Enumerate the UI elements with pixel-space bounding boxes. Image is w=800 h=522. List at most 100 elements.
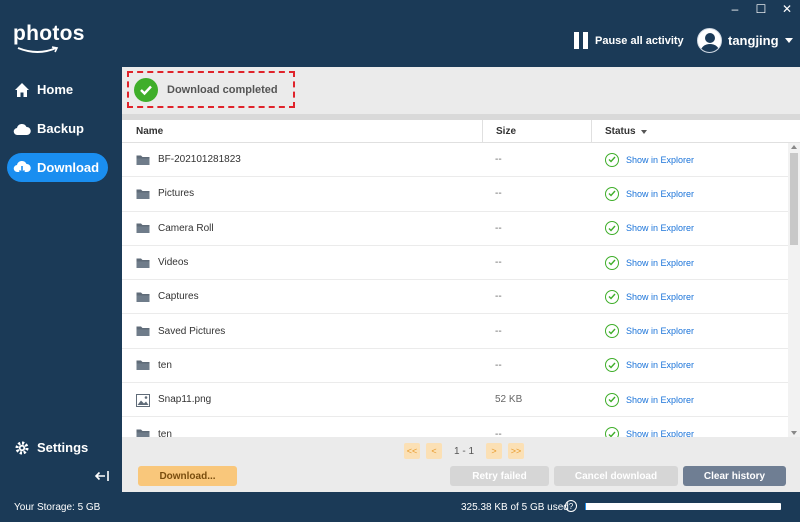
- success-check-icon: [605, 289, 619, 304]
- sidebar: Home Backup Download Settings: [0, 67, 122, 492]
- close-button[interactable]: ✕: [774, 0, 800, 18]
- file-name: ten: [158, 428, 172, 437]
- file-size: --: [495, 188, 502, 200]
- cancel-download-button[interactable]: Cancel download: [554, 466, 678, 486]
- show-in-explorer-link[interactable]: Show in Explorer: [626, 258, 694, 268]
- pause-all-label: Pause all activity: [595, 34, 684, 47]
- folder-icon: [136, 257, 150, 269]
- avatar: [697, 28, 722, 53]
- home-icon: [13, 81, 31, 99]
- sidebar-item-backup[interactable]: Backup: [7, 114, 108, 143]
- file-size: --: [495, 428, 502, 437]
- storage-usage-bar: [585, 503, 781, 510]
- download-button[interactable]: Download...: [138, 466, 237, 486]
- sort-down-icon: [640, 129, 647, 134]
- folder-icon: [136, 188, 150, 200]
- success-check-icon: [605, 186, 619, 201]
- column-header-name[interactable]: Name: [136, 120, 163, 143]
- show-in-explorer-link[interactable]: Show in Explorer: [626, 395, 694, 405]
- table-header: Name Size Status: [122, 120, 800, 143]
- sidebar-item-home[interactable]: Home: [7, 75, 108, 104]
- table-row[interactable]: Snap11.png 52 KB Show in Explorer: [122, 383, 788, 418]
- success-check-icon: [605, 152, 619, 167]
- file-name: BF-202101281823: [158, 154, 241, 166]
- next-page-button[interactable]: >: [486, 443, 503, 459]
- banner-text: Download completed: [167, 83, 278, 96]
- logo-smile-icon: [17, 46, 59, 53]
- table-row[interactable]: Videos -- Show in Explorer: [122, 246, 788, 281]
- file-name: Pictures: [158, 188, 195, 200]
- show-in-explorer-link[interactable]: Show in Explorer: [626, 326, 694, 336]
- retry-failed-button[interactable]: Retry failed: [450, 466, 549, 486]
- sidebar-item-label: Download: [37, 160, 100, 175]
- scroll-down-icon[interactable]: [791, 431, 797, 435]
- cloud-icon: [13, 120, 31, 138]
- download-list: BF-202101281823 -- Show in Explorer Picture…: [122, 143, 788, 437]
- cloud-download-icon: [13, 159, 31, 177]
- gear-icon: [13, 439, 31, 457]
- sidebar-item-download[interactable]: Download: [7, 153, 108, 182]
- success-check-icon: [605, 221, 619, 236]
- success-check-icon: [605, 392, 619, 407]
- success-check-icon: [605, 255, 619, 270]
- first-page-button[interactable]: <<: [404, 443, 420, 459]
- table-row[interactable]: Camera Roll -- Show in Explorer: [122, 212, 788, 246]
- table-row[interactable]: Captures -- Show in Explorer: [122, 280, 788, 315]
- file-name: ten: [158, 359, 172, 371]
- show-in-explorer-link[interactable]: Show in Explorer: [626, 223, 694, 233]
- user-menu[interactable]: tangjing: [697, 28, 793, 53]
- table-row[interactable]: ten -- Show in Explorer: [122, 417, 788, 437]
- folder-icon: [136, 359, 150, 371]
- show-in-explorer-link[interactable]: Show in Explorer: [626, 292, 694, 302]
- scroll-up-icon[interactable]: [791, 145, 797, 149]
- check-circle-icon: [134, 77, 158, 102]
- table-row[interactable]: Saved Pictures -- Show in Explorer: [122, 314, 788, 349]
- status-cell: Show in Explorer: [605, 324, 694, 339]
- sidebar-item-label: Home: [37, 82, 74, 97]
- status-cell: Show in Explorer: [605, 186, 694, 201]
- scroll-thumb[interactable]: [790, 153, 798, 245]
- column-header-status[interactable]: Status: [605, 120, 647, 143]
- status-cell: Show in Explorer: [605, 152, 694, 167]
- storage-label: Your Storage: 5 GB: [14, 502, 101, 513]
- status-bar: Your Storage: 5 GB 325.38 KB of 5 GB use…: [0, 492, 800, 522]
- title-bar: photos – ☐ ✕ Pause all activity tangjing: [0, 0, 800, 67]
- help-icon[interactable]: ?: [565, 500, 577, 512]
- collapse-sidebar-icon[interactable]: [94, 469, 112, 483]
- last-page-button[interactable]: >>: [508, 443, 525, 459]
- status-cell: Show in Explorer: [605, 289, 694, 304]
- prev-page-button[interactable]: <: [426, 443, 442, 459]
- file-name: Camera Roll: [158, 222, 214, 234]
- show-in-explorer-link[interactable]: Show in Explorer: [626, 189, 694, 199]
- table-row[interactable]: Pictures -- Show in Explorer: [122, 177, 788, 212]
- status-cell: Show in Explorer: [605, 392, 694, 407]
- scrollbar[interactable]: [788, 143, 800, 437]
- column-header-size[interactable]: Size: [496, 120, 516, 143]
- show-in-explorer-link[interactable]: Show in Explorer: [626, 429, 694, 437]
- table-row[interactable]: ten -- Show in Explorer: [122, 349, 788, 384]
- pause-all-button[interactable]: Pause all activity: [574, 32, 684, 49]
- file-size: --: [495, 325, 502, 337]
- file-size: --: [495, 291, 502, 303]
- success-check-icon: [605, 324, 619, 339]
- status-cell: Show in Explorer: [605, 358, 694, 373]
- status-cell: Show in Explorer: [605, 221, 694, 236]
- sidebar-item-settings[interactable]: Settings: [7, 433, 108, 462]
- column-divider: [482, 120, 483, 143]
- chevron-down-icon: [784, 38, 793, 43]
- show-in-explorer-link[interactable]: Show in Explorer: [626, 155, 694, 165]
- file-name: Videos: [158, 257, 189, 269]
- username: tangjing: [728, 33, 779, 48]
- success-check-icon: [605, 427, 619, 437]
- table-row[interactable]: BF-202101281823 -- Show in Explorer: [122, 143, 788, 178]
- file-size: --: [495, 222, 502, 234]
- file-size: 52 KB: [495, 394, 523, 406]
- clear-history-button[interactable]: Clear history: [683, 466, 786, 486]
- file-size: --: [495, 154, 502, 166]
- sidebar-item-label: Backup: [37, 121, 84, 136]
- folder-icon: [136, 325, 150, 337]
- folder-icon: [136, 291, 150, 303]
- show-in-explorer-link[interactable]: Show in Explorer: [626, 360, 694, 370]
- minimize-button[interactable]: –: [722, 0, 748, 18]
- maximize-button[interactable]: ☐: [748, 0, 774, 18]
